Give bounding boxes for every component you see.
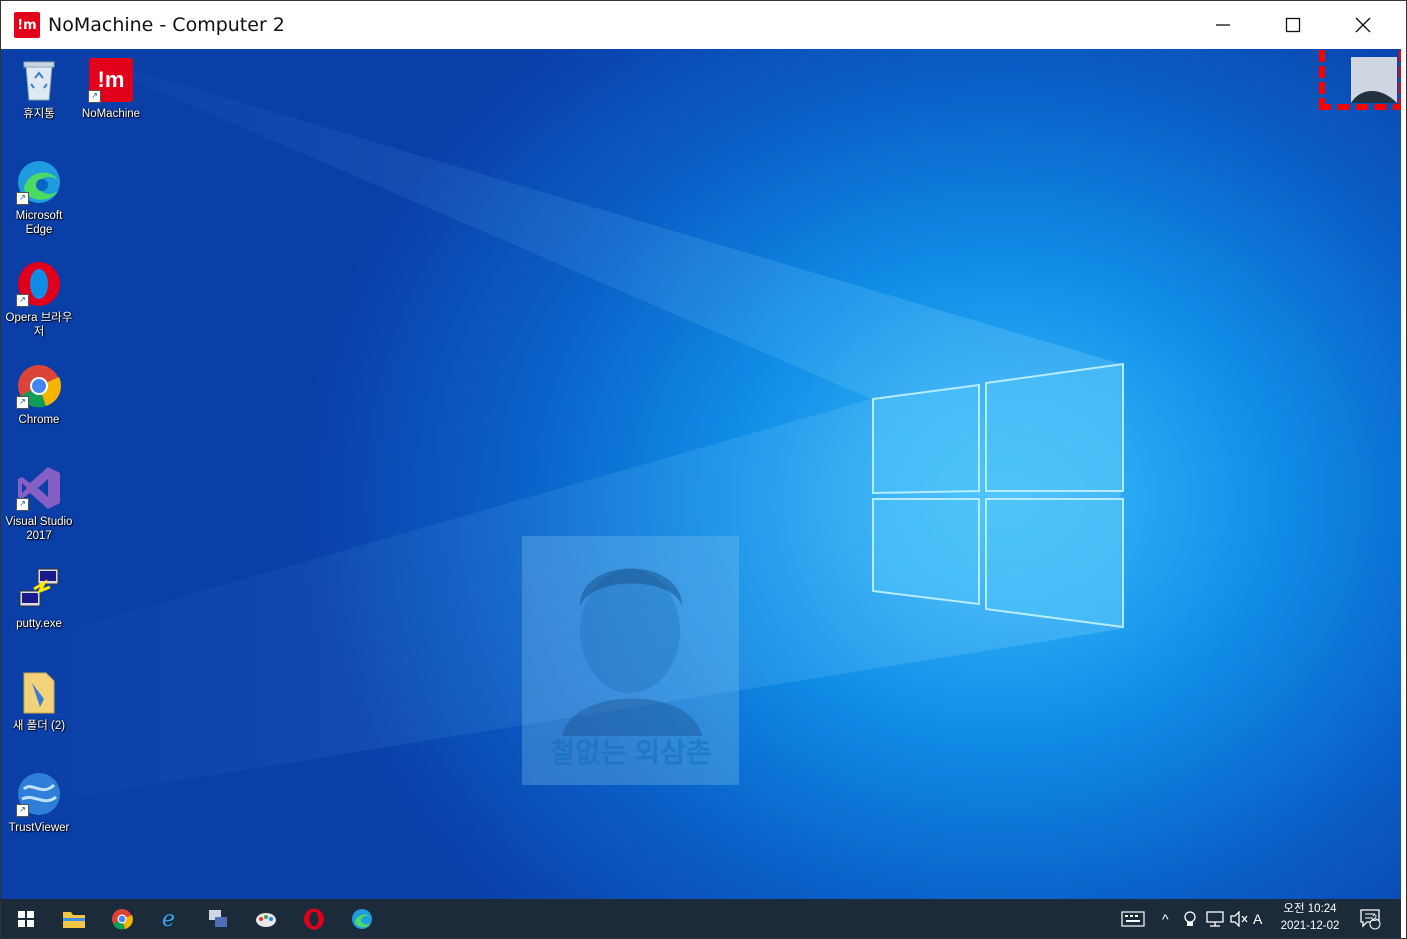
watermark: 철없는 외삼촌 (522, 536, 739, 785)
trustviewer-icon: ↗ (16, 771, 62, 817)
nomachine-tray-icon (1184, 910, 1196, 926)
remote-desktop[interactable]: 휴지통 !m ↗ NoMachine ↗ Microsoft Edge ↗ Op… (1, 49, 1401, 899)
putty-icon (16, 567, 62, 613)
opera-icon: ↗ (16, 261, 62, 307)
chevron-up-icon: ^ (1162, 910, 1169, 927)
desktop-icon-recycle-bin[interactable]: 휴지통 (1, 57, 77, 121)
taskbar-network-app[interactable] (195, 899, 241, 938)
ime-indicator: A (1253, 910, 1263, 927)
shortcut-arrow-icon: ↗ (16, 294, 29, 307)
tray-show-hidden-icons[interactable]: ^ (1162, 899, 1169, 938)
clock-date: 2021-12-02 (1280, 920, 1340, 932)
desktop-icon-label: Opera 브라우저 (5, 312, 73, 338)
nomachine-logo-icon: !m (14, 12, 40, 38)
volume-muted-icon (1230, 910, 1248, 927)
folder-icon (16, 669, 62, 715)
visual-studio-icon: ↗ (16, 465, 62, 511)
tray-volume[interactable] (1230, 899, 1248, 938)
chrome-icon (112, 908, 133, 929)
desktop-icon-label: Visual Studio 2017 (5, 516, 73, 542)
taskbar-chrome[interactable] (99, 899, 145, 938)
chrome-icon: ↗ (16, 363, 62, 409)
shortcut-arrow-icon: ↗ (88, 90, 101, 103)
opera-icon (304, 908, 324, 929)
desktop-icon-opera[interactable]: ↗ Opera 브라우저 (1, 261, 77, 339)
title-bar[interactable]: !m NoMachine - Computer 2 (1, 1, 1406, 49)
shortcut-arrow-icon: ↗ (16, 498, 29, 511)
nomachine-icon: !m ↗ (88, 57, 134, 103)
taskbar-paint[interactable] (243, 899, 289, 938)
tray-network[interactable] (1206, 899, 1224, 938)
watermark-text: 철없는 외삼촌 (549, 737, 712, 768)
tray-ime[interactable]: A (1253, 899, 1262, 938)
taskbar-edge[interactable] (339, 899, 385, 938)
maximize-icon (1285, 17, 1301, 33)
paint-icon (256, 912, 276, 927)
desktop-icon-label: 휴지통 (23, 108, 55, 120)
taskbar-clock[interactable]: 오전 10:24 2021-12-02 (1269, 901, 1351, 935)
highlight-box (1319, 49, 1401, 110)
internet-explorer-icon: e (162, 908, 175, 930)
desktop-icon-putty[interactable]: putty.exe (1, 567, 77, 631)
taskbar-file-explorer[interactable] (51, 899, 97, 938)
start-icon (18, 910, 34, 927)
taskbar-opera[interactable] (291, 899, 337, 938)
start-button[interactable] (3, 899, 49, 938)
keyboard-icon (1121, 910, 1145, 927)
network-icon (1206, 910, 1224, 927)
recycle-bin-icon (16, 57, 62, 103)
notification-count: 2 (1372, 913, 1378, 923)
tray-nomachine-status[interactable] (1183, 899, 1197, 938)
desktop-icon-label: 새 폴더 (2) (12, 720, 66, 732)
edge-icon (352, 908, 372, 929)
notification-icon (1360, 908, 1381, 929)
desktop-icon-chrome[interactable]: ↗ Chrome (1, 363, 77, 427)
window-title: NoMachine - Computer 2 (48, 14, 285, 36)
taskbar-internet-explorer[interactable]: e (147, 899, 193, 938)
desktop-icon-visual-studio[interactable]: ↗ Visual Studio 2017 (1, 465, 77, 543)
shortcut-arrow-icon: ↗ (16, 804, 29, 817)
taskbar: e ^ A 오전 10:24 2021-12-02 2 (1, 899, 1401, 938)
desktop-icon-nomachine[interactable]: !m ↗ NoMachine (73, 57, 149, 121)
avatar-watermark-icon (562, 568, 702, 736)
desktop-icon-label: Chrome (18, 414, 60, 426)
tray-keyboard[interactable] (1121, 899, 1145, 938)
edge-icon: ↗ (16, 159, 62, 205)
desktop-icon-edge[interactable]: ↗ Microsoft Edge (1, 159, 77, 237)
desktop-icon-label: Microsoft Edge (15, 210, 63, 236)
desktop-icon-trustviewer[interactable]: ↗ TrustViewer (1, 771, 77, 835)
shortcut-arrow-icon: ↗ (16, 192, 29, 205)
minimize-button[interactable] (1188, 1, 1258, 49)
network-app-icon (209, 909, 227, 927)
clock-time: 오전 10:24 (1283, 903, 1337, 915)
svg-text:e: e (162, 908, 175, 930)
shortcut-arrow-icon: ↗ (16, 396, 29, 409)
desktop-icon-label: putty.exe (16, 618, 62, 630)
maximize-button[interactable] (1258, 1, 1328, 49)
notification-center-button[interactable]: 2 (1359, 899, 1383, 938)
desktop-icon-folder[interactable]: 새 폴더 (2) (1, 669, 77, 733)
desktop-icon-label: NoMachine (81, 108, 141, 120)
desktop-icon-label: TrustViewer (8, 822, 70, 834)
nomachine-window: !m NoMachine - Computer 2 휴지통 !m ↗ NoMac… (0, 0, 1407, 939)
close-icon (1355, 17, 1371, 33)
file-explorer-icon (63, 911, 85, 928)
minimize-icon (1216, 24, 1230, 26)
close-button[interactable] (1328, 1, 1398, 49)
